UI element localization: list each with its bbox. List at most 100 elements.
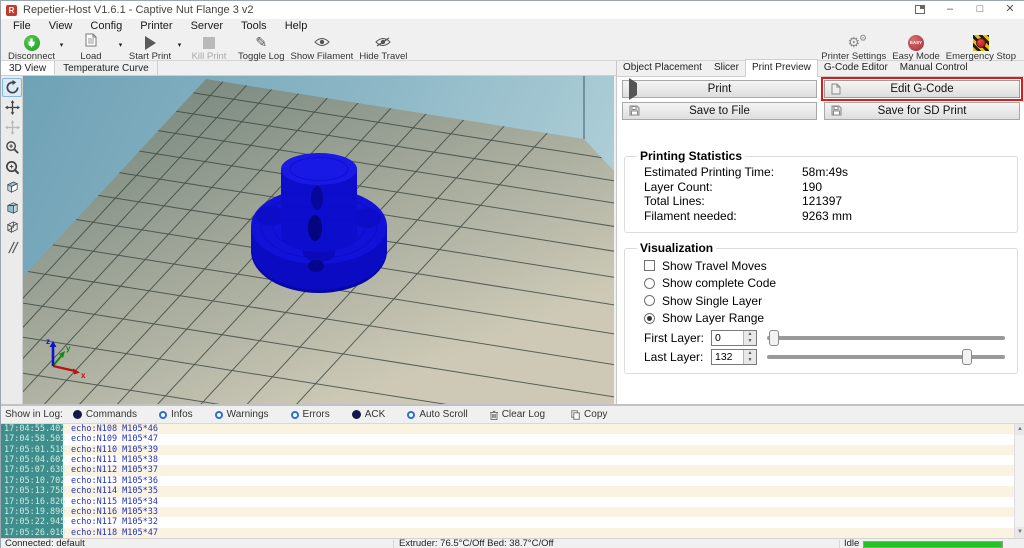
- tab-temperature-curve[interactable]: Temperature Curve: [55, 61, 158, 75]
- emergency-stop-button[interactable]: Emergency Stop: [946, 34, 1016, 62]
- printer-settings-button[interactable]: ⚙ ⚙ Printer Settings: [821, 33, 886, 63]
- last-layer-row: Last Layer: 132 ▲ ▼: [637, 348, 1007, 365]
- load-button[interactable]: Load: [68, 33, 114, 62]
- log-row: 17:05:07.638 echo:N112 M105*37: [1, 465, 1024, 476]
- isometric-view-button[interactable]: [2, 178, 22, 197]
- log-row: 17:05:19.890 echo:N116 M105*33: [1, 506, 1024, 518]
- checkbox[interactable]: [644, 260, 655, 272]
- last-layer-slider[interactable]: [767, 348, 1005, 365]
- rotate-view-button[interactable]: [2, 78, 22, 97]
- load-dropdown[interactable]: ▾: [117, 41, 124, 49]
- easy-mode-button[interactable]: EASY Easy Mode: [892, 34, 940, 62]
- toggle-dot-icon: [158, 410, 167, 419]
- option-show-layer-range[interactable]: Show Layer Range: [637, 310, 1007, 328]
- option-show-travel-moves[interactable]: Show Travel Moves: [637, 257, 1007, 275]
- gear-icon: ⚙ ⚙: [847, 33, 868, 51]
- titlebar: R Repetier-Host V1.6.1 - Captive Nut Fla…: [1, 1, 1024, 19]
- app-window: R Repetier-Host V1.6.1 - Captive Nut Fla…: [0, 0, 1024, 548]
- zoom-in-button[interactable]: [2, 138, 22, 157]
- menu-server[interactable]: Server: [182, 19, 232, 34]
- connection-status: Connected: default: [5, 538, 85, 548]
- log-row: 17:05:04.607 echo:N111 M105*38: [1, 455, 1024, 466]
- radio[interactable]: [644, 312, 655, 324]
- toggle-commands[interactable]: Commands: [72, 409, 137, 420]
- easy-mode-icon: EASY: [908, 34, 924, 51]
- window-title: Repetier-Host V1.6.1 - Captive Nut Flang…: [23, 4, 254, 16]
- log-row: 17:05:13.758 echo:N114 M105*35: [1, 486, 1024, 497]
- front-view-button[interactable]: [2, 198, 22, 217]
- clear-log-button[interactable]: Clear Log: [489, 409, 545, 420]
- toggle-auto-scroll[interactable]: Auto Scroll: [407, 409, 468, 420]
- print-bed-scene[interactable]: x y z: [23, 76, 614, 404]
- spinner-arrows[interactable]: ▲ ▼: [743, 349, 756, 364]
- slider-thumb[interactable]: [962, 348, 972, 365]
- spinner-arrows[interactable]: ▲ ▼: [743, 330, 756, 345]
- menu-view[interactable]: View: [40, 19, 82, 34]
- save-for-sd-button[interactable]: Save for SD Print: [824, 102, 1020, 120]
- parallel-projection-button[interactable]: [2, 238, 22, 257]
- kill-print-button: Kill Print: [186, 35, 232, 62]
- viewport-3d[interactable]: x y z: [1, 76, 614, 404]
- tab-gcode-editor[interactable]: G-Code Editor: [818, 60, 894, 76]
- close-button[interactable]: ✕: [995, 1, 1024, 19]
- wireframe-view-button[interactable]: [2, 218, 22, 237]
- titlebar-extra-icon[interactable]: [905, 1, 935, 19]
- copy-log-button[interactable]: Copy: [571, 409, 607, 420]
- last-layer-spinner[interactable]: 132 ▲ ▼: [711, 348, 757, 365]
- toggle-dot-icon: [72, 410, 82, 419]
- left-pane: 3D View Temperature Curve x y z: [1, 61, 616, 404]
- scroll-up-icon[interactable]: ▲: [1015, 424, 1024, 435]
- minimize-button[interactable]: –: [935, 1, 965, 19]
- start-print-dropdown[interactable]: ▾: [176, 41, 183, 49]
- save-to-file-button[interactable]: Save to File: [622, 102, 817, 120]
- show-filament-button[interactable]: Show Filament: [290, 35, 353, 62]
- first-layer-slider[interactable]: [767, 329, 1005, 346]
- tab-object-placement[interactable]: Object Placement: [617, 60, 708, 76]
- tab-3d-view[interactable]: 3D View: [1, 61, 56, 75]
- play-icon: [629, 78, 637, 100]
- move-view-button[interactable]: [2, 98, 22, 117]
- document-icon: [85, 33, 97, 52]
- toggle-errors[interactable]: Errors: [290, 409, 330, 420]
- tab-slicer[interactable]: Slicer: [708, 60, 745, 76]
- log-row: 17:05:01.518 echo:N110 M105*39: [1, 444, 1024, 456]
- highlight-box: [821, 77, 1023, 101]
- first-layer-row: First Layer: 0 ▲ ▼: [637, 329, 1007, 346]
- maximize-button[interactable]: □: [965, 1, 995, 19]
- slider-thumb[interactable]: [769, 329, 779, 346]
- radio[interactable]: [644, 277, 655, 289]
- log-rows[interactable]: 17:04:55.402 echo:N108 M105*46 17:04:58.5…: [1, 424, 1024, 538]
- stat-layer-count: Layer Count: 190: [644, 179, 823, 194]
- disconnect-dropdown[interactable]: ▾: [58, 41, 65, 49]
- print-button[interactable]: Print: [622, 78, 817, 100]
- hide-travel-button[interactable]: Hide Travel: [359, 35, 407, 62]
- view-toolbar: [1, 76, 23, 404]
- eye-slash-icon: [375, 34, 392, 52]
- menu-tools[interactable]: Tools: [232, 19, 276, 34]
- toggle-dot-icon: [290, 410, 299, 419]
- tab-print-preview[interactable]: Print Preview: [744, 59, 818, 77]
- right-pane: Object Placement Slicer Print Preview G-…: [616, 59, 1024, 404]
- disconnect-button[interactable]: Disconnect: [8, 34, 55, 62]
- tab-manual-control[interactable]: Manual Control: [894, 60, 974, 76]
- log-row: 17:05:22.945 echo:N117 M105*32: [1, 517, 1024, 528]
- radio[interactable]: [644, 295, 655, 307]
- toggle-log-button[interactable]: ✎ Toggle Log: [238, 35, 284, 63]
- menu-config[interactable]: Config: [81, 19, 131, 34]
- scroll-down-icon[interactable]: ▼: [1015, 527, 1024, 538]
- log-row: 17:05:26.010 echo:N118 M105*47: [1, 527, 1024, 538]
- status-bar: Connected: default Extruder: 76.5°C/Off …: [1, 538, 1024, 548]
- toggle-warnings[interactable]: Warnings: [214, 409, 269, 420]
- option-show-single-layer[interactable]: Show Single Layer: [637, 292, 1007, 310]
- menu-file[interactable]: File: [4, 19, 40, 34]
- menu-printer[interactable]: Printer: [131, 19, 181, 34]
- zoom-fit-button[interactable]: [2, 158, 22, 177]
- log-scrollbar[interactable]: ▲ ▼: [1014, 424, 1024, 538]
- toggle-infos[interactable]: Infos: [158, 409, 193, 420]
- menu-help[interactable]: Help: [276, 19, 317, 34]
- option-show-complete-code[interactable]: Show complete Code: [637, 275, 1007, 293]
- toggle-ack[interactable]: ACK: [351, 409, 385, 420]
- first-layer-spinner[interactable]: 0 ▲ ▼: [711, 329, 757, 346]
- start-print-button[interactable]: Start Print: [127, 35, 173, 62]
- trash-icon: [489, 410, 498, 420]
